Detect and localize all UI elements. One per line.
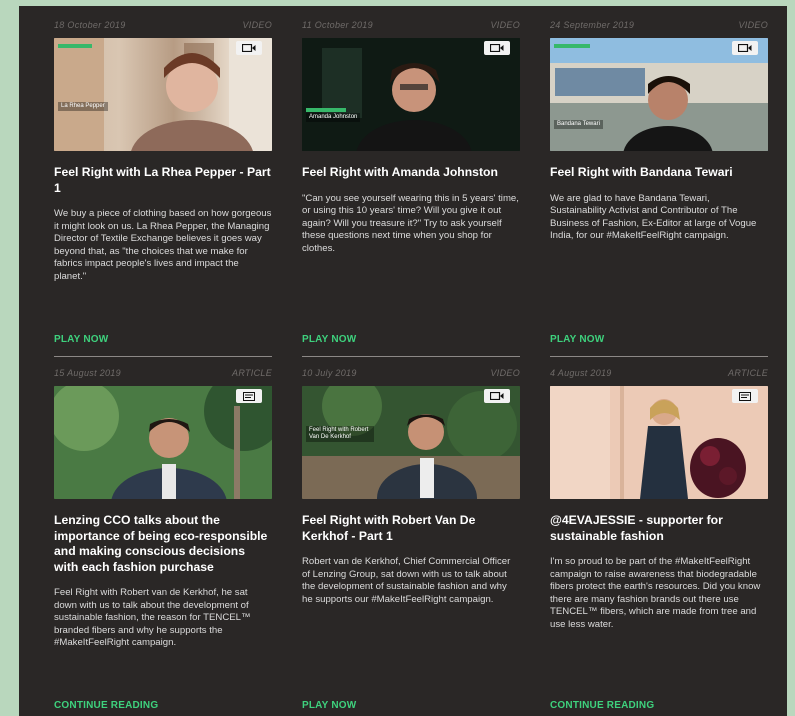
card-title[interactable]: Feel Right with Amanda Johnston <box>302 165 520 181</box>
card-description: Feel Right with Robert van de Kerkhof, h… <box>54 587 251 649</box>
card-date: 10 July 2019 <box>302 368 357 378</box>
article-icon <box>732 389 758 403</box>
card-type: VIDEO <box>738 20 768 30</box>
card-robert-van-de-kerkhof[interactable]: 10 July 2019 VIDEO Feel Right with Rober… <box>302 368 520 711</box>
card-date: 11 October 2019 <box>302 20 373 30</box>
play-now-link[interactable]: PLAY NOW <box>302 334 356 345</box>
thumbnail-overlay-text: Amanda Johnston <box>306 113 361 122</box>
play-now-link[interactable]: PLAY NOW <box>550 334 604 345</box>
card-type: ARTICLE <box>728 368 768 378</box>
card-bandana-tewari[interactable]: 24 September 2019 VIDEO Bandana Tewari F… <box>550 20 768 357</box>
video-thumbnail[interactable]: Feel Right with Robert Van De Kerkhof <box>302 386 520 499</box>
card-meta: 11 October 2019 VIDEO <box>302 20 520 32</box>
card-date: 4 August 2019 <box>550 368 612 378</box>
card-meta: 4 August 2019 ARTICLE <box>550 368 768 380</box>
card-title[interactable]: @4EVAJESSIE - supporter for sustainable … <box>550 513 768 544</box>
divider <box>54 356 272 357</box>
card-title[interactable]: Feel Right with Robert Van De Kerkhof - … <box>302 513 520 544</box>
article-thumbnail[interactable] <box>54 386 272 499</box>
card-title[interactable]: Lenzing CCO talks about the importance o… <box>54 513 272 575</box>
card-la-rhea-pepper[interactable]: 18 October 2019 VIDEO La Rhea Pepper Fee… <box>54 20 272 357</box>
video-camera-icon <box>732 41 758 55</box>
play-now-link[interactable]: PLAY NOW <box>54 334 108 345</box>
divider <box>302 356 520 357</box>
card-title[interactable]: Feel Right with La Rhea Pepper - Part 1 <box>54 165 272 196</box>
video-camera-icon <box>236 41 262 55</box>
continue-reading-link[interactable]: CONTINUE READING <box>550 700 654 711</box>
card-type: VIDEO <box>490 368 520 378</box>
article-icon <box>236 389 262 403</box>
card-type: ARTICLE <box>232 368 272 378</box>
card-type: VIDEO <box>490 20 520 30</box>
video-thumbnail[interactable]: La Rhea Pepper <box>54 38 272 151</box>
card-date: 18 October 2019 <box>54 20 126 30</box>
card-description: We are glad to have Bandana Tewari, Sust… <box>550 192 757 242</box>
card-title[interactable]: Feel Right with Bandana Tewari <box>550 165 768 181</box>
card-meta: 18 October 2019 VIDEO <box>54 20 272 32</box>
thumbnail-overlay-text: Feel Right with Robert Van De Kerkhof <box>306 426 374 442</box>
card-lenzing-cco[interactable]: 15 August 2019 ARTICLE Lenzing CCO talks… <box>54 368 272 711</box>
card-description: "Can you see yourself wearing this in 5 … <box>302 192 519 254</box>
card-date: 24 September 2019 <box>550 20 635 30</box>
card-date: 15 August 2019 <box>54 368 121 378</box>
card-type: VIDEO <box>242 20 272 30</box>
video-camera-icon <box>484 41 510 55</box>
content-grid: 18 October 2019 VIDEO La Rhea Pepper Fee… <box>19 6 787 716</box>
play-now-link[interactable]: PLAY NOW <box>302 700 356 711</box>
card-meta: 24 September 2019 VIDEO <box>550 20 768 32</box>
card-amanda-johnston[interactable]: 11 October 2019 VIDEO Amanda Johnston Fe… <box>302 20 520 357</box>
card-description: I'm so proud to be part of the #MakeItFe… <box>550 556 761 630</box>
article-thumbnail[interactable] <box>550 386 768 499</box>
thumbnail-overlay-text: Bandana Tewari <box>554 120 603 129</box>
video-thumbnail[interactable]: Bandana Tewari <box>550 38 768 151</box>
video-thumbnail[interactable]: Amanda Johnston <box>302 38 520 151</box>
card-meta: 10 July 2019 VIDEO <box>302 368 520 380</box>
thumbnail-overlay-text: La Rhea Pepper <box>58 102 108 111</box>
card-description: Robert van de Kerkhof, Chief Commercial … <box>302 556 511 605</box>
divider <box>550 356 768 357</box>
card-4evajessie[interactable]: 4 August 2019 ARTICLE @4EVAJESSIE - supp… <box>550 368 768 711</box>
video-camera-icon <box>484 389 510 403</box>
continue-reading-link[interactable]: CONTINUE READING <box>54 700 158 711</box>
card-description: We buy a piece of clothing based on how … <box>54 208 272 282</box>
card-meta: 15 August 2019 ARTICLE <box>54 368 272 380</box>
